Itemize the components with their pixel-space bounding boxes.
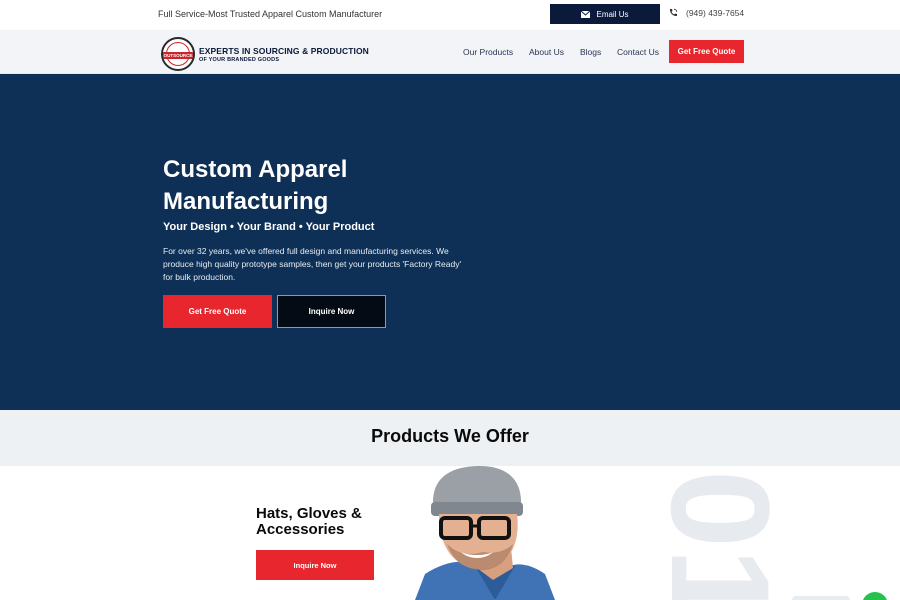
product-title: Hats, Gloves & Accessories [256, 505, 362, 538]
nav-get-free-quote-button[interactable]: Get Free Quote [669, 40, 744, 63]
logo-badge: OUTSOURCE [161, 37, 195, 71]
main-nav [0, 30, 900, 74]
logo-line-1: EXPERTS IN SOURCING & PRODUCTION [199, 45, 369, 56]
email-us-label: Email Us [596, 9, 629, 19]
envelope-icon [581, 10, 591, 18]
products-section-header: Products We Offer [0, 410, 900, 466]
hero-title: Custom Apparel Manufacturing [163, 156, 348, 215]
product-inquire-now-button[interactable]: Inquire Now [256, 550, 374, 580]
email-us-button[interactable]: Email Us [550, 4, 660, 24]
product-number-watermark: 01 [642, 470, 799, 600]
phone-number: (949) 439-7654 [686, 8, 745, 18]
top-tagline: Full Service-Most Trusted Apparel Custom… [158, 9, 383, 19]
top-bar: Full Service-Most Trusted Apparel Custom… [0, 0, 900, 30]
products-heading: Products We Offer [371, 426, 529, 446]
logo-line-2: OF YOUR BRANDED GOODS [199, 56, 280, 63]
hero-description: For over 32 years, we've offered full de… [163, 246, 462, 282]
site-logo[interactable]: OUTSOURCE EXPERTS IN SOURCING & PRODUCTI… [161, 37, 369, 71]
hero-subtitle: Your Design • Your Brand • Your Product [163, 221, 375, 233]
hero-get-free-quote-button[interactable]: Get Free Quote [163, 295, 272, 328]
chat-tab[interactable] [792, 596, 850, 600]
nav-item-blogs[interactable]: Blogs [580, 47, 601, 57]
phone-icon [669, 8, 678, 17]
hero-inquire-now-button[interactable]: Inquire Now [277, 295, 386, 328]
hero-section: Custom Apparel Manufacturing Your Design… [0, 74, 900, 410]
product-slide: 01 Hats, Gloves & Accessories Inquire No… [0, 466, 900, 600]
phone-link[interactable]: (949) 439-7654 [668, 8, 744, 18]
nav-item-contact-us[interactable]: Contact Us [617, 47, 659, 57]
logo-badge-text: OUTSOURCE [163, 52, 193, 59]
nav-item-about-us[interactable]: About Us [529, 47, 564, 57]
nav-item-our-products[interactable]: Our Products [463, 47, 513, 57]
product-model-photo [415, 466, 555, 600]
